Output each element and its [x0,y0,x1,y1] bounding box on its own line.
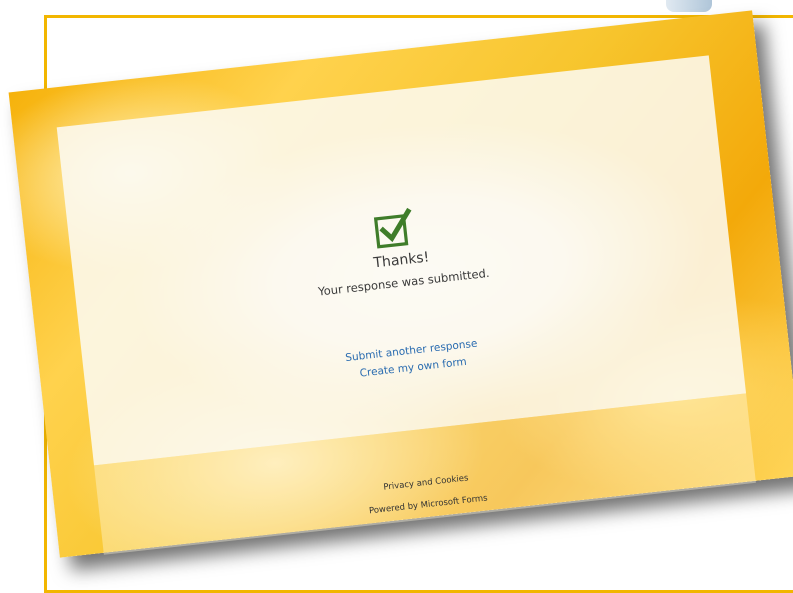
corner-accent [666,0,712,12]
card-content: Thanks! Your response was submitted. Sub… [56,55,756,555]
screenshot-canvas: Thanks! Your response was submitted. Sub… [0,0,793,593]
form-confirmation-card: Thanks! Your response was submitted. Sub… [8,10,793,558]
checkmark-box-icon [373,207,412,249]
